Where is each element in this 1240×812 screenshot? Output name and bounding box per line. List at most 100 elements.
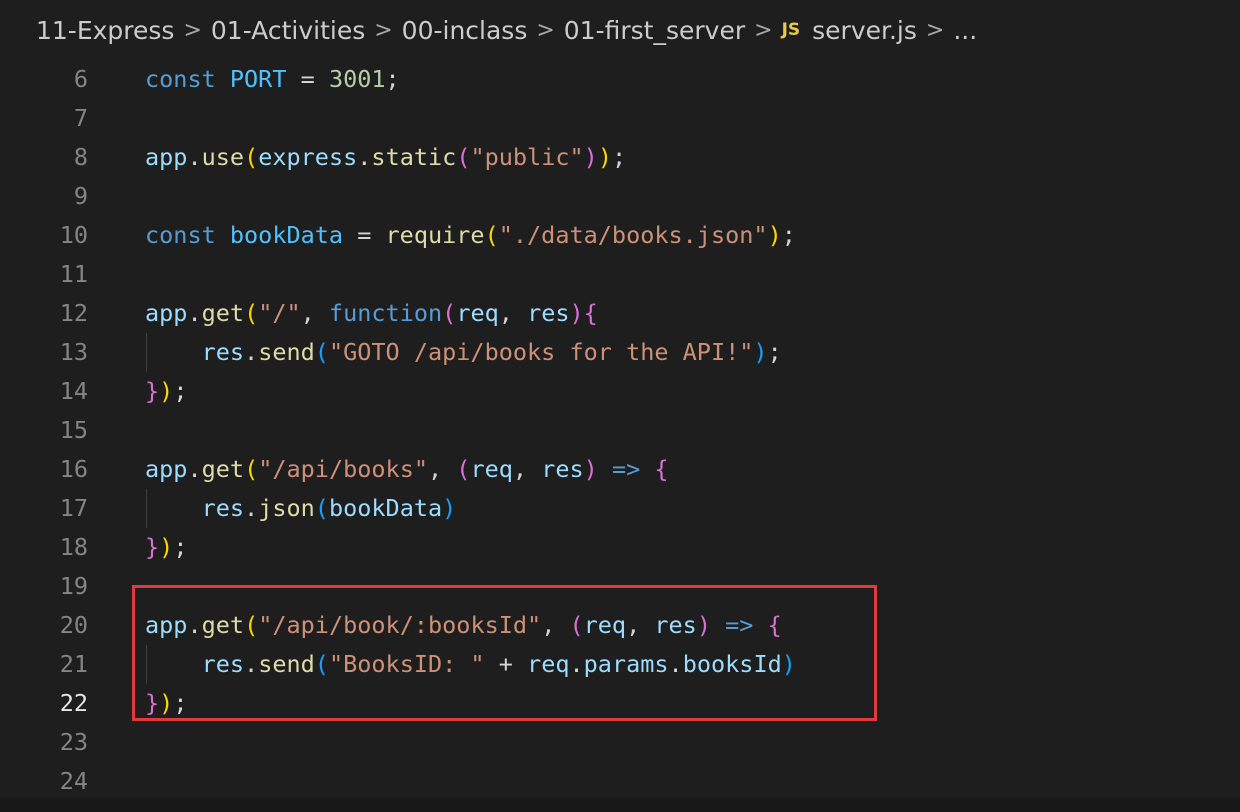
code-line[interactable]: 17 res.json(bookData)	[0, 489, 1240, 528]
code-text: });	[145, 528, 187, 567]
code-line[interactable]: 24	[0, 762, 1240, 801]
code-token: (	[244, 611, 259, 639]
code-token: "public"	[470, 143, 584, 171]
line-number: 24	[59, 767, 88, 795]
line-number: 23	[59, 728, 88, 756]
code-token: )	[696, 611, 711, 639]
chevron-right-icon: >	[183, 17, 202, 43]
code-line[interactable]: 12 app.get("/", function(req, res){	[0, 294, 1240, 333]
code-token: get	[201, 611, 245, 639]
code-line[interactable]: 16 app.get("/api/books", (req, res) => {	[0, 450, 1240, 489]
code-token: require	[385, 221, 485, 249]
code-line[interactable]: 15	[0, 411, 1240, 450]
code-line[interactable]: 6 const PORT = 3001;	[0, 60, 1240, 99]
chevron-right-icon: >	[925, 17, 945, 43]
code-line[interactable]: 22});	[0, 684, 1240, 723]
code-token: )	[159, 689, 174, 717]
code-token: )	[569, 299, 584, 327]
code-editor[interactable]: 11-Express > 01-Activities > 00-inclass …	[0, 0, 1240, 812]
line-number: 18	[59, 533, 88, 561]
code-token: ;	[781, 221, 796, 249]
code-line[interactable]: 18});	[0, 528, 1240, 567]
code-token: ,	[541, 611, 570, 639]
line-number: 7	[73, 104, 88, 132]
code-token: (	[314, 494, 329, 522]
code-token: ,	[428, 455, 457, 483]
code-line[interactable]: 7	[0, 99, 1240, 138]
line-number: 10	[59, 221, 88, 249]
code-line[interactable]: 19	[0, 567, 1240, 606]
code-line[interactable]: 23	[0, 723, 1240, 762]
javascript-file-icon: JS	[781, 20, 801, 40]
line-number: 14	[59, 377, 88, 405]
code-token: .	[187, 143, 202, 171]
code-token: res	[527, 299, 570, 327]
code-token: res	[201, 494, 245, 522]
code-token: send	[258, 338, 315, 366]
code-token: (	[244, 299, 259, 327]
code-line[interactable]: 8 app.use(express.static("public"));	[0, 138, 1240, 177]
line-number: 21	[59, 650, 88, 678]
breadcrumb-item-01-first-server[interactable]: 01-first_server	[564, 16, 745, 45]
code-token: const	[145, 65, 230, 93]
code-token: {	[767, 611, 782, 639]
code-line[interactable]: 20 app.get("/api/book/:booksId", (req, re…	[0, 606, 1240, 645]
line-number: 12	[59, 299, 88, 327]
code-token: app	[145, 143, 188, 171]
code-token: app	[145, 455, 188, 483]
code-text: app.get("/api/book/:booksId", (req, res)…	[145, 606, 782, 645]
code-token: req	[583, 611, 627, 639]
code-token: )	[159, 533, 174, 561]
code-token: ,	[626, 611, 655, 639]
code-area[interactable]: 6 const PORT = 3001; 7 8 app.use(express.sta…	[0, 60, 1240, 800]
code-text: app.get("/", function(req, res){	[145, 294, 598, 333]
code-line[interactable]: 14});	[0, 372, 1240, 411]
code-line[interactable]: 13 res.send("GOTO /api/books for the API…	[0, 333, 1240, 372]
code-line[interactable]: 9	[0, 177, 1240, 216]
code-line[interactable]: 21 res.send("BooksID: " + req.params.boo…	[0, 645, 1240, 684]
code-text: app.get("/api/books", (req, res) => {	[145, 450, 669, 489]
code-token: }	[145, 689, 160, 717]
code-token: static	[371, 143, 457, 171]
breadcrumb-item-server-js[interactable]: server.js	[812, 16, 917, 45]
chevron-right-icon: >	[374, 17, 393, 43]
code-token: =	[286, 65, 329, 93]
code-token: function	[328, 299, 443, 327]
code-token: (	[456, 143, 471, 171]
line-number: 19	[59, 572, 88, 600]
code-token: send	[258, 650, 315, 678]
code-token: )	[597, 143, 612, 171]
code-token: "/api/book/:booksId"	[258, 611, 542, 639]
line-number: 17	[59, 494, 88, 522]
code-token: ,	[498, 299, 528, 327]
line-number: 11	[59, 260, 88, 288]
code-text: res.json(bookData)	[145, 489, 457, 528]
code-line[interactable]: 10 const bookData = require("./data/books…	[0, 216, 1240, 255]
code-text: });	[145, 684, 187, 723]
code-token: {	[583, 299, 598, 327]
code-token: ;	[611, 143, 627, 171]
code-token: "BooksID: "	[328, 650, 485, 678]
code-token: "/"	[258, 299, 301, 327]
code-token: )	[442, 494, 457, 522]
code-token: .	[187, 299, 202, 327]
code-token: )	[583, 143, 598, 171]
code-token: .	[187, 611, 202, 639]
line-number: 8	[73, 143, 88, 171]
chevron-right-icon: >	[754, 17, 773, 43]
code-token: (	[569, 611, 584, 639]
code-line[interactable]: 11	[0, 255, 1240, 294]
breadcrumb-item-00-inclass[interactable]: 00-inclass	[402, 16, 528, 45]
breadcrumb-item-11-express[interactable]: 11-Express	[36, 16, 174, 45]
code-token: .	[244, 650, 259, 678]
code-text: res.send("GOTO /api/books for the API!")…	[145, 333, 782, 372]
code-token: (	[314, 650, 329, 678]
code-token: app	[145, 299, 188, 327]
code-token: =>	[711, 611, 768, 639]
code-token: PORT	[229, 65, 287, 93]
breadcrumb-more[interactable]: ...	[953, 16, 977, 45]
breadcrumb-item-01-activities[interactable]: 01-Activities	[211, 16, 365, 45]
